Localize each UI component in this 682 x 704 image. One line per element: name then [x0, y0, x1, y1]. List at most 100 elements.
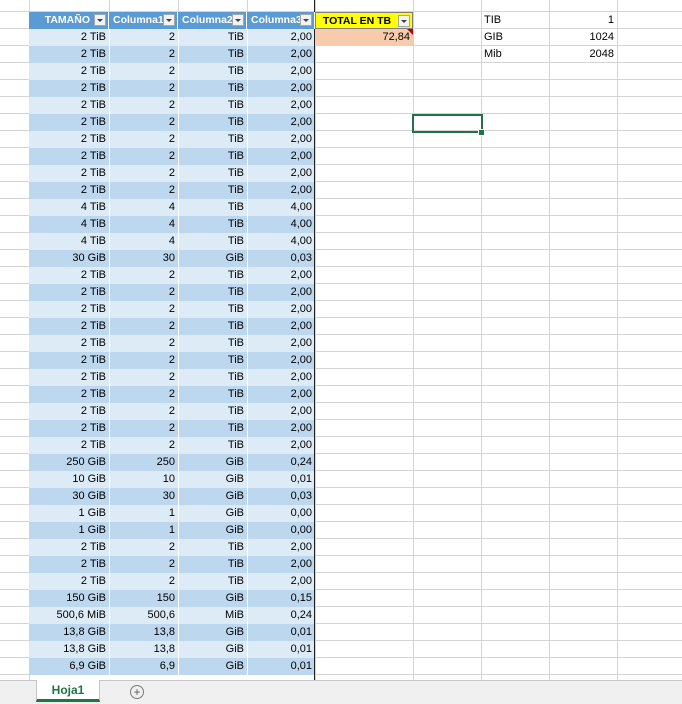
- table-cell[interactable]: TiB: [178, 97, 247, 114]
- table-cell[interactable]: 2,00: [247, 437, 315, 454]
- table-cell[interactable]: 2: [109, 318, 178, 335]
- table-cell[interactable]: 2: [109, 539, 178, 556]
- table-cell[interactable]: 2 TiB: [29, 165, 109, 182]
- table-cell[interactable]: GiB: [178, 624, 247, 641]
- table-cell[interactable]: TiB: [178, 199, 247, 216]
- table-cell[interactable]: TiB: [178, 29, 247, 46]
- table-cell[interactable]: 150 GiB: [29, 590, 109, 607]
- table-cell[interactable]: 2: [109, 437, 178, 454]
- table-cell[interactable]: 2: [109, 403, 178, 420]
- table-cell[interactable]: TiB: [178, 335, 247, 352]
- table-cell[interactable]: 2: [109, 114, 178, 131]
- table-cell[interactable]: 2 TiB: [29, 97, 109, 114]
- table-cell[interactable]: GiB: [178, 641, 247, 658]
- table-cell[interactable]: 1 GiB: [29, 505, 109, 522]
- table-cell[interactable]: GiB: [178, 471, 247, 488]
- table-cell[interactable]: 2,00: [247, 97, 315, 114]
- table-cell[interactable]: 2,00: [247, 80, 315, 97]
- table-cell[interactable]: GiB: [178, 250, 247, 267]
- table-cell[interactable]: 2: [109, 80, 178, 97]
- table-cell[interactable]: 2,00: [247, 284, 315, 301]
- table-cell[interactable]: 2 TiB: [29, 352, 109, 369]
- table-cell[interactable]: 2 TiB: [29, 284, 109, 301]
- table-cell[interactable]: 2 TiB: [29, 573, 109, 590]
- table-cell[interactable]: 250: [109, 454, 178, 471]
- table-cell[interactable]: 2: [109, 369, 178, 386]
- table-cell[interactable]: 2 TiB: [29, 80, 109, 97]
- table-cell[interactable]: 2: [109, 284, 178, 301]
- table-cell[interactable]: 2,00: [247, 369, 315, 386]
- table-cell[interactable]: 2: [109, 97, 178, 114]
- table-cell[interactable]: TiB: [178, 63, 247, 80]
- filter-dropdown-icon[interactable]: [163, 14, 175, 26]
- table-cell[interactable]: 2,00: [247, 403, 315, 420]
- table-cell[interactable]: 2,00: [247, 131, 315, 148]
- table-cell[interactable]: 2 TiB: [29, 386, 109, 403]
- table-cell[interactable]: TiB: [178, 352, 247, 369]
- header-columna1[interactable]: Columna1: [109, 12, 178, 29]
- table-cell[interactable]: 4: [109, 199, 178, 216]
- table-cell[interactable]: 2,00: [247, 352, 315, 369]
- table-cell[interactable]: 2: [109, 386, 178, 403]
- table-cell[interactable]: GiB: [178, 658, 247, 675]
- table-cell[interactable]: 2: [109, 148, 178, 165]
- table-cell[interactable]: TiB: [178, 539, 247, 556]
- table-cell[interactable]: 4: [109, 233, 178, 250]
- table-cell[interactable]: 2: [109, 29, 178, 46]
- table-cell[interactable]: TiB: [178, 114, 247, 131]
- table-cell[interactable]: TiB: [178, 301, 247, 318]
- table-cell[interactable]: 150: [109, 590, 178, 607]
- table-cell[interactable]: 30: [109, 488, 178, 505]
- sheet-tab-hoja1[interactable]: Hoja1: [36, 680, 100, 702]
- table-cell[interactable]: 2,00: [247, 573, 315, 590]
- filter-dropdown-icon[interactable]: [94, 14, 106, 26]
- table-cell[interactable]: 4: [109, 216, 178, 233]
- table-cell[interactable]: 0,01: [247, 641, 315, 658]
- table-cell[interactable]: 2,00: [247, 420, 315, 437]
- active-cell-selection[interactable]: [412, 114, 483, 133]
- table-cell[interactable]: 4,00: [247, 233, 315, 250]
- add-sheet-icon[interactable]: +: [130, 685, 144, 699]
- table-cell[interactable]: 2: [109, 63, 178, 80]
- lookup-unit-cell[interactable]: TIB: [481, 12, 549, 29]
- table-cell[interactable]: 2,00: [247, 267, 315, 284]
- lookup-unit-cell[interactable]: Mib: [481, 46, 549, 63]
- lookup-value-cell[interactable]: 1024: [549, 29, 617, 46]
- table-cell[interactable]: 500,6 MiB: [29, 607, 109, 624]
- table-cell[interactable]: 2 TiB: [29, 131, 109, 148]
- table-cell[interactable]: 2 TiB: [29, 437, 109, 454]
- header-columna3[interactable]: Columna3: [247, 12, 315, 29]
- table-cell[interactable]: 2: [109, 301, 178, 318]
- table-cell[interactable]: 2,00: [247, 301, 315, 318]
- table-cell[interactable]: 2 TiB: [29, 420, 109, 437]
- header-total-en-tb[interactable]: TOTAL EN TB: [315, 12, 413, 29]
- table-cell[interactable]: TiB: [178, 267, 247, 284]
- table-cell[interactable]: 13,8: [109, 641, 178, 658]
- table-cell[interactable]: 2: [109, 182, 178, 199]
- filter-dropdown-icon[interactable]: [232, 14, 244, 26]
- table-cell[interactable]: 30: [109, 250, 178, 267]
- table-cell[interactable]: 6,9: [109, 658, 178, 675]
- table-cell[interactable]: 2 TiB: [29, 182, 109, 199]
- table-cell[interactable]: TiB: [178, 284, 247, 301]
- table-cell[interactable]: GiB: [178, 590, 247, 607]
- table-cell[interactable]: 2: [109, 556, 178, 573]
- table-cell[interactable]: 2,00: [247, 335, 315, 352]
- table-cell[interactable]: TiB: [178, 233, 247, 250]
- table-cell[interactable]: 2: [109, 573, 178, 590]
- table-cell[interactable]: 1: [109, 522, 178, 539]
- table-cell[interactable]: 0,01: [247, 624, 315, 641]
- table-cell[interactable]: 6,9 GiB: [29, 658, 109, 675]
- table-cell[interactable]: TiB: [178, 216, 247, 233]
- filter-dropdown-icon[interactable]: [300, 14, 312, 26]
- table-cell[interactable]: 2 TiB: [29, 556, 109, 573]
- fill-handle[interactable]: [478, 129, 485, 136]
- table-cell[interactable]: 30 GiB: [29, 250, 109, 267]
- table-cell[interactable]: 2: [109, 420, 178, 437]
- table-cell[interactable]: 4,00: [247, 216, 315, 233]
- table-cell[interactable]: 2,00: [247, 182, 315, 199]
- table-cell[interactable]: 2 TiB: [29, 46, 109, 63]
- table-cell[interactable]: 2,00: [247, 556, 315, 573]
- table-cell[interactable]: TiB: [178, 148, 247, 165]
- table-cell[interactable]: 13,8 GiB: [29, 641, 109, 658]
